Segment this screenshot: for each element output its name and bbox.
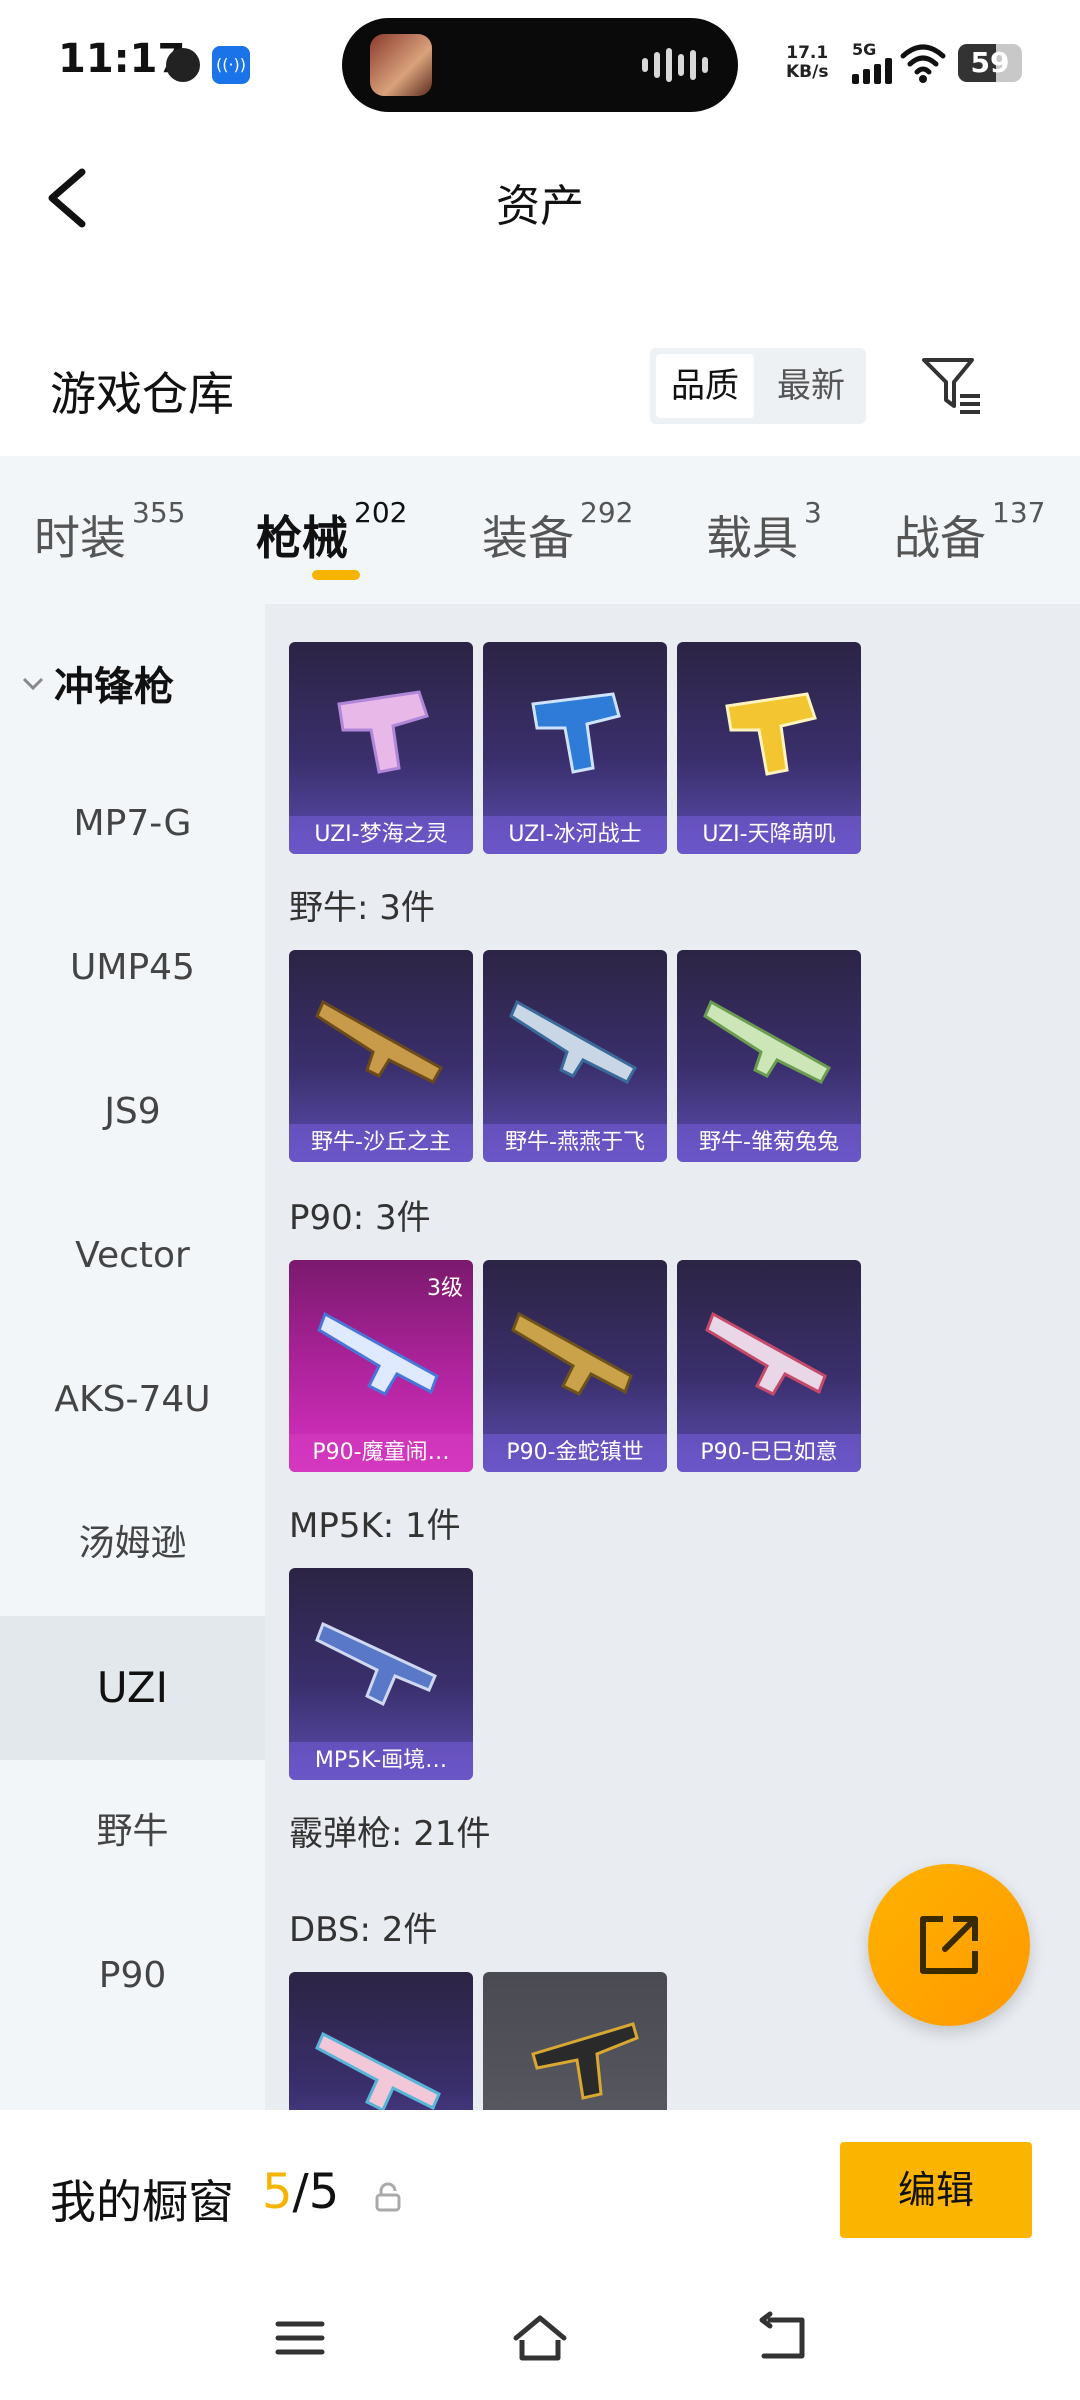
audio-wave-icon: [642, 48, 708, 82]
item-card[interactable]: 野牛-雏菊兔兔: [677, 950, 861, 1162]
home-icon[interactable]: [510, 2310, 570, 2366]
app-notification-icon: [166, 48, 200, 82]
shotgun-skin-icon: [315, 2031, 441, 2110]
item-card[interactable]: UZI-天降萌叽: [677, 642, 861, 854]
section-label-shotgun: 霰弹枪: 21件: [289, 1814, 491, 1854]
section-label-dbs: DBS: 2件: [289, 1910, 438, 1950]
sidebar-item-bison[interactable]: 野牛: [0, 1760, 265, 1904]
wifi-icon: [900, 44, 946, 83]
sidebar-item-uzi[interactable]: UZI: [0, 1616, 265, 1760]
sidebar-item-js9[interactable]: JS9: [0, 1040, 265, 1184]
item-name: UZI-梦海之灵: [289, 816, 473, 854]
tab-guns[interactable]: 枪械 202: [256, 496, 407, 568]
item-name: P90-魔童闹…: [289, 1434, 473, 1472]
sort-quality-button[interactable]: 品质: [656, 354, 754, 418]
item-name: P90-巳巳如意: [677, 1434, 861, 1472]
filter-icon[interactable]: [918, 352, 984, 418]
weapon-sidebar: 冲锋枪 MP7-G UMP45 JS9 Vector AKS-74U 汤姆逊 U…: [0, 604, 265, 2110]
edit-button[interactable]: 编辑: [840, 2142, 1032, 2238]
smg-skin-icon: [509, 999, 638, 1084]
share-fab-button[interactable]: [868, 1864, 1030, 2026]
showcase-count: 5/5: [262, 2164, 340, 2220]
smg-skin-icon: [531, 692, 621, 774]
item-name: P90-金蛇镇世: [483, 1434, 667, 1472]
category-tabs: 时装 355 枪械 202 装备 292 载具 3 战备 137: [0, 456, 1080, 604]
section-label-bison: 野牛: 3件: [289, 888, 435, 928]
item-card[interactable]: 野牛-沙丘之主: [289, 950, 473, 1162]
sidebar-item-vector[interactable]: Vector: [0, 1184, 265, 1328]
shotgun-skin-icon: [531, 2022, 639, 2100]
item-level-badge: 3级: [427, 1276, 463, 1301]
smg-skin-icon: [315, 999, 444, 1084]
item-card[interactable]: UZI-梦海之灵: [289, 642, 473, 854]
item-card[interactable]: MP5K-画境…: [289, 1568, 473, 1780]
sidebar-item-mp7g[interactable]: MP7-G: [0, 752, 265, 896]
item-name: 野牛-沙丘之主: [289, 1124, 473, 1162]
item-name: UZI-冰河战士: [483, 816, 667, 854]
item-card[interactable]: P90-金蛇镇世: [483, 1260, 667, 1472]
item-name: 野牛-燕燕于飞: [483, 1124, 667, 1162]
section-label-p90: P90: 3件: [289, 1198, 431, 1238]
dynamic-island[interactable]: [342, 18, 738, 112]
item-card[interactable]: 3级 P90-魔童闹…: [289, 1260, 473, 1472]
lock-icon: [375, 2182, 401, 2212]
item-card[interactable]: UZI-冰河战士: [483, 642, 667, 854]
smg-skin-icon: [315, 1621, 437, 1707]
item-card[interactable]: 野牛-燕燕于飞: [483, 950, 667, 1162]
menu-icon[interactable]: [270, 2310, 330, 2366]
network-type: 5G: [852, 40, 877, 59]
item-card[interactable]: [483, 1972, 667, 2110]
tab-active-indicator: [312, 570, 360, 580]
sidebar-item-aks74u[interactable]: AKS-74U: [0, 1328, 265, 1472]
sort-newest-button[interactable]: 最新: [762, 354, 860, 418]
battery-level: 59: [970, 46, 1010, 79]
tab-equipment[interactable]: 装备 292: [482, 496, 633, 568]
sort-toggle: 品质 最新: [650, 348, 866, 424]
tab-supplies[interactable]: 战备 137: [894, 496, 1045, 568]
tab-vehicles[interactable]: 载具 3: [706, 496, 822, 568]
smg-skin-icon: [703, 999, 832, 1084]
status-bar: 11:17 ((·)) 17.1 KB/s 5G 59: [0, 0, 1080, 130]
warehouse-title: 游戏仓库: [50, 367, 234, 421]
item-name: MP5K-画境…: [289, 1742, 473, 1780]
net-speed: 17.1 KB/s: [786, 43, 829, 82]
page-title: 资产: [496, 181, 584, 232]
tab-fashion[interactable]: 时装 355: [34, 496, 185, 568]
smg-skin-icon: [725, 692, 817, 776]
section-label-mp5k: MP5K: 1件: [289, 1506, 461, 1546]
showcase-title: 我的橱窗: [50, 2175, 234, 2229]
item-card[interactable]: P90-巳巳如意: [677, 1260, 861, 1472]
back-icon[interactable]: [752, 2310, 812, 2366]
showcase-bar: 我的橱窗 5/5 编辑: [0, 2110, 1080, 2280]
item-name: UZI-天降萌叽: [677, 816, 861, 854]
sidebar-item-ump45[interactable]: UMP45: [0, 896, 265, 1040]
now-playing-avatar: [370, 34, 432, 96]
sidebar-item-p90[interactable]: P90: [0, 1904, 265, 2048]
smg-skin-icon: [705, 1311, 827, 1396]
item-card[interactable]: [289, 1972, 473, 2110]
item-name: 野牛-雏菊兔兔: [677, 1124, 861, 1162]
share-edit-icon: [920, 1916, 978, 1974]
smg-skin-icon: [337, 690, 429, 774]
chevron-down-icon: [22, 677, 44, 691]
smg-skin-icon: [511, 1311, 633, 1396]
battery-icon: 59: [958, 44, 1022, 82]
signal-icon: [852, 58, 892, 84]
broadcast-icon: ((·)): [212, 46, 250, 84]
sidebar-group-smg[interactable]: 冲锋枪: [20, 654, 174, 712]
sidebar-item-thompson[interactable]: 汤姆逊: [0, 1472, 265, 1616]
system-nav-bar: [0, 2280, 1080, 2400]
